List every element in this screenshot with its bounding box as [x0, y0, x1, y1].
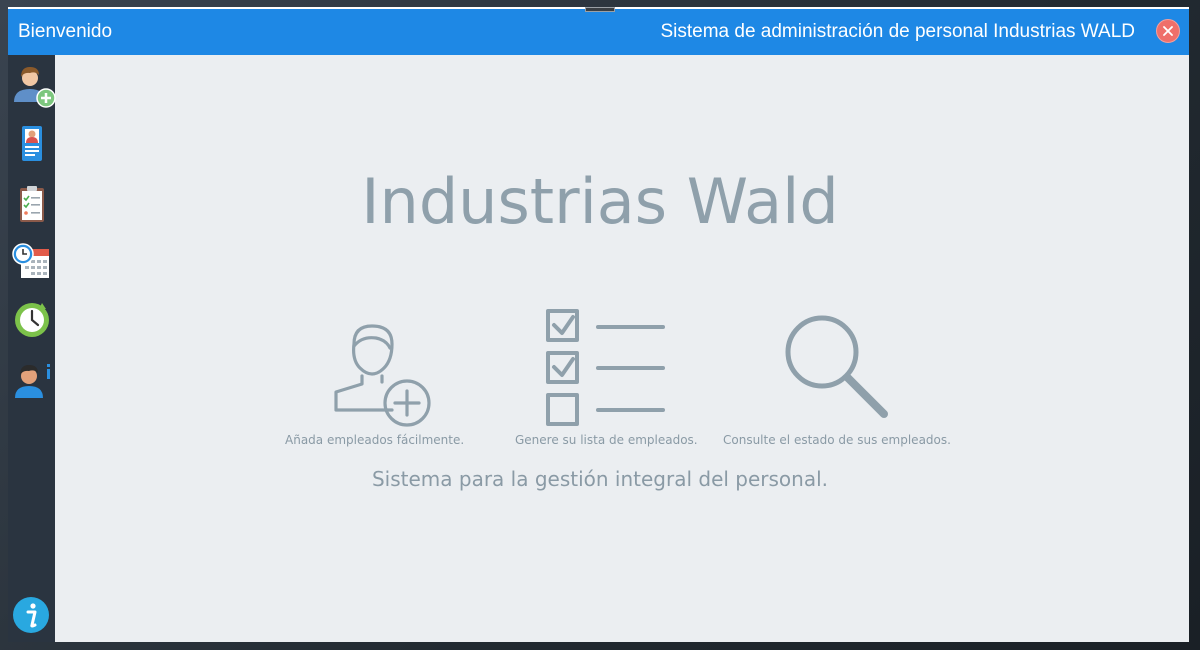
sidebar-item-employee-card[interactable]: [11, 123, 53, 165]
sidebar-about-button[interactable]: [11, 595, 53, 637]
sidebar-item-attendance[interactable]: [11, 298, 53, 340]
employee-id-card-icon: [22, 126, 42, 161]
clock-icon: [15, 303, 49, 337]
title-bar: Bienvenido Sistema de administración de …: [8, 9, 1189, 55]
sidebar-item-employee-info[interactable]: [11, 358, 53, 400]
feature-caption-add: Añada empleados fácilmente.: [285, 433, 465, 447]
sidebar-item-add-employee[interactable]: [11, 62, 56, 108]
window-drag-grip[interactable]: [585, 7, 615, 12]
sidebar-item-employee-list[interactable]: [11, 183, 53, 225]
add-user-icon: [14, 67, 56, 108]
feature-caption-status: Consulte el estado de sus empleados.: [723, 433, 951, 447]
checklist-icon: [546, 309, 665, 426]
sidebar: [8, 55, 56, 642]
magnifier-icon: [785, 315, 888, 418]
close-button[interactable]: [1156, 19, 1180, 43]
info-icon: [13, 597, 49, 633]
feature-caption-list: Genere su lista de empleados.: [515, 433, 698, 447]
close-icon: [1163, 26, 1173, 36]
window-title: Bienvenido: [18, 21, 113, 42]
add-employee-icon: [334, 324, 431, 427]
app-window: Bienvenido Sistema de administración de …: [8, 7, 1189, 642]
sidebar-item-schedule[interactable]: [11, 240, 53, 282]
user-info-icon: [15, 364, 50, 398]
brand-title: Industrias Wald: [361, 165, 839, 238]
system-title: Sistema de administración de personal In…: [660, 21, 1135, 42]
calendar-clock-icon: [12, 243, 49, 278]
welcome-panel: Industrias Wald Añada empleados fácilmen…: [55, 55, 1189, 642]
tagline: Sistema para la gestión integral del per…: [371, 467, 829, 491]
checklist-clipboard-icon: [20, 186, 44, 222]
